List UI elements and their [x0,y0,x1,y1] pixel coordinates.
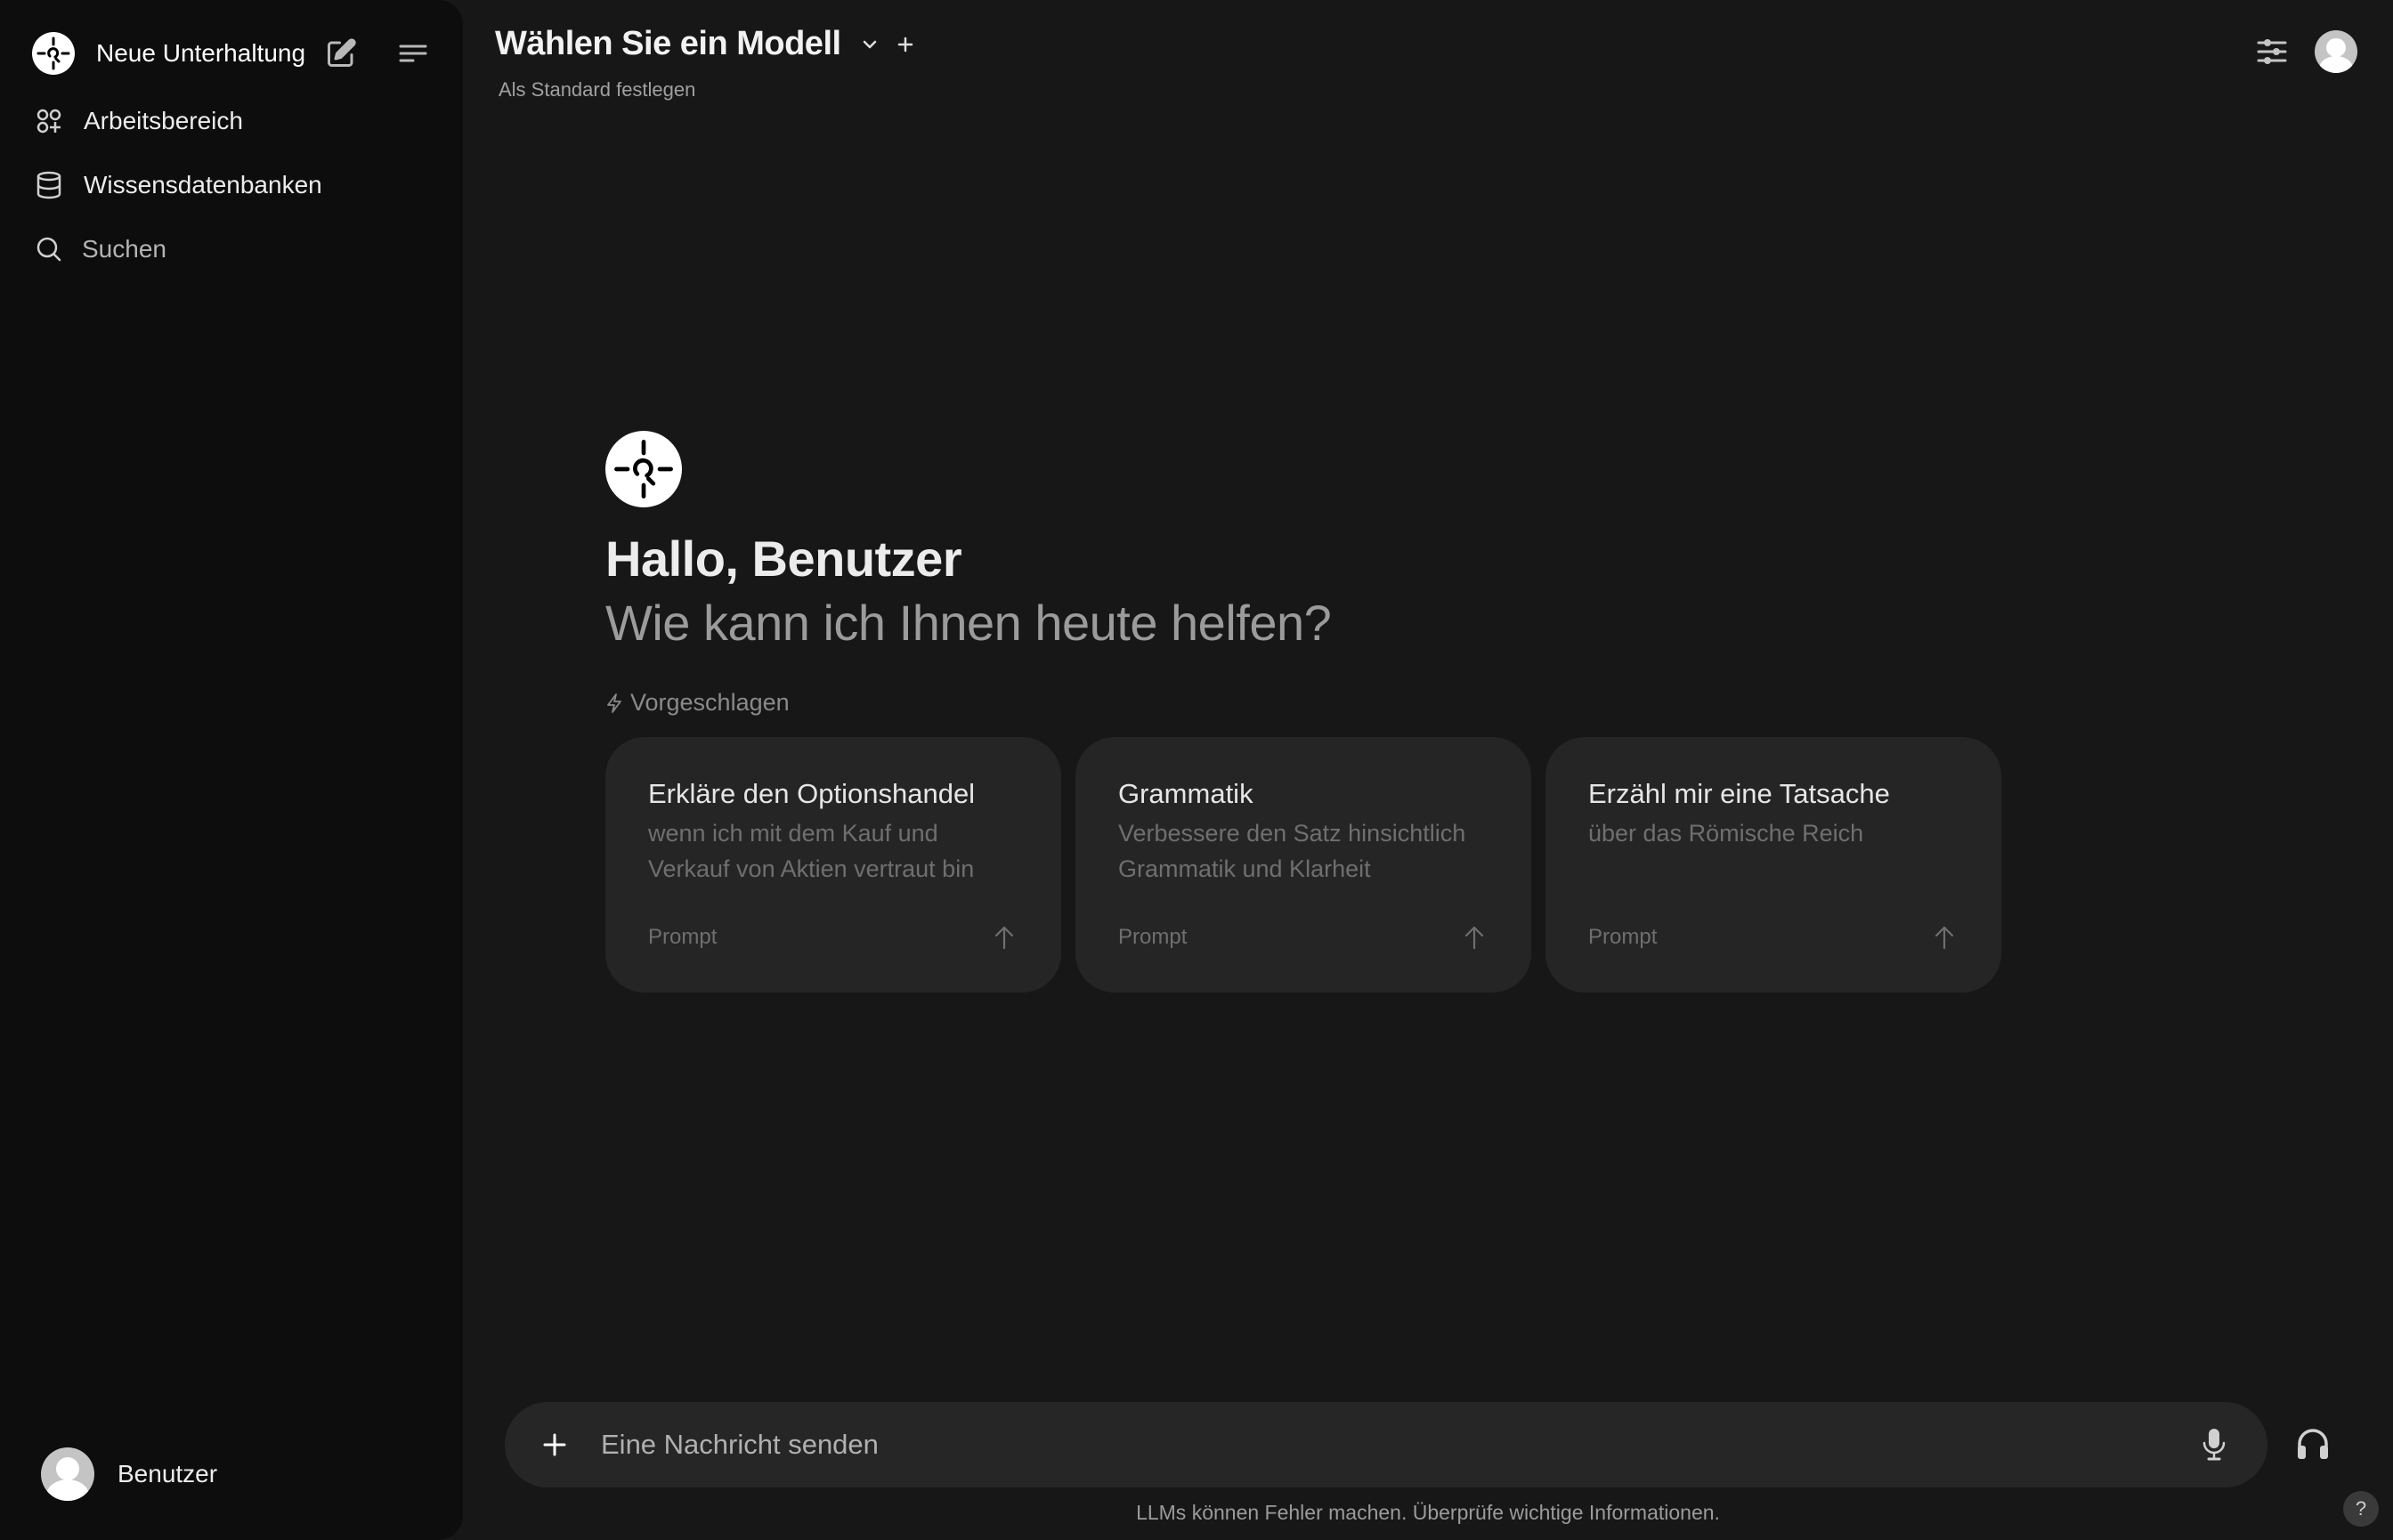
suggestion-card[interactable]: Erzähl mir eine Tatsache über das Römisc… [1545,737,2001,993]
sidebar-item-knowledge[interactable]: Wissensdatenbanken [36,164,322,207]
search-icon [37,237,61,262]
sidebar-item-workspace[interactable]: Arbeitsbereich [36,100,243,142]
greeting-subtitle: Wie kann ich Ihnen heute helfen? [605,595,1332,651]
set-default-link[interactable]: Als Standard festlegen [499,78,695,101]
suggestion-cards: Erkläre den Optionshandel wenn ich mit d… [605,737,2001,993]
app-logo-icon[interactable] [32,32,75,75]
headphones-icon[interactable] [2293,1424,2332,1463]
greeting-title: Hallo, Benutzer [605,531,962,587]
sidebar-toggle-icon[interactable] [395,36,431,71]
suggested-label-text: Vorgeschlagen [630,689,790,716]
new-chat-edit-icon[interactable] [323,36,359,71]
database-icon [37,171,61,199]
suggestion-title: Erkläre den Optionshandel [648,778,976,809]
user-avatar-button[interactable] [2315,30,2357,73]
suggestion-subtitle: Verbessere den Satz hinsichtlich Grammat… [1118,820,1466,882]
model-selector[interactable]: Wählen Sie ein Modell [495,25,918,63]
sidebar-item-search[interactable]: Suchen [36,228,166,271]
add-model-icon[interactable] [893,32,918,57]
message-composer [505,1402,2267,1487]
avatar [41,1447,94,1501]
suggestion-title: Grammatik [1118,778,1253,809]
suggested-label: Vorgeschlagen [605,689,790,717]
settings-sliders-icon[interactable] [2251,30,2293,73]
arrow-up-icon [1464,926,1484,950]
welcome-section: Hallo, Benutzer Wie kann ich Ihnen heute… [605,431,1332,655]
arrow-up-icon [994,926,1014,950]
message-input[interactable] [601,1429,2198,1461]
workspace-icon [37,109,61,134]
suggestion-card[interactable]: Erkläre den Optionshandel wenn ich mit d… [605,737,1061,993]
sidebar-header: Neue Unterhaltung [32,30,431,77]
top-right-controls [2251,30,2357,73]
new-chat-label[interactable]: Neue Unterhaltung [96,39,305,68]
sidebar-item-label: Wissensdatenbanken [84,171,322,199]
suggestion-type: Prompt [648,925,718,949]
sidebar: Neue Unterhaltung Arbeitsbereich Wissens… [0,0,463,1540]
chevron-down-icon[interactable] [857,32,882,57]
sidebar-item-label: Suchen [82,235,166,263]
sidebar-user-menu[interactable]: Benutzer [41,1447,217,1501]
suggestion-subtitle: wenn ich mit dem Kauf und Verkauf von Ak… [648,820,975,882]
microphone-icon[interactable] [2198,1425,2230,1464]
user-name: Benutzer [118,1460,218,1487]
model-logo-icon [605,431,682,507]
attach-plus-icon[interactable] [539,1429,571,1461]
sidebar-item-label: Arbeitsbereich [84,107,243,134]
disclaimer-text: LLMs können Fehler machen. Überprüfe wic… [1136,1501,1720,1524]
suggestion-type: Prompt [1588,925,1658,949]
help-button[interactable]: ? [2343,1491,2379,1527]
arrow-up-icon [1935,926,1954,950]
suggestion-card[interactable]: Grammatik Verbessere den Satz hinsichtli… [1075,737,1531,993]
suggestion-subtitle: über das Römische Reich [1588,820,1864,847]
model-selector-label[interactable]: Wählen Sie ein Modell [495,25,841,63]
bolt-icon [607,693,621,713]
suggestion-title: Erzähl mir eine Tatsache [1588,778,1890,809]
suggestion-type: Prompt [1118,925,1188,949]
